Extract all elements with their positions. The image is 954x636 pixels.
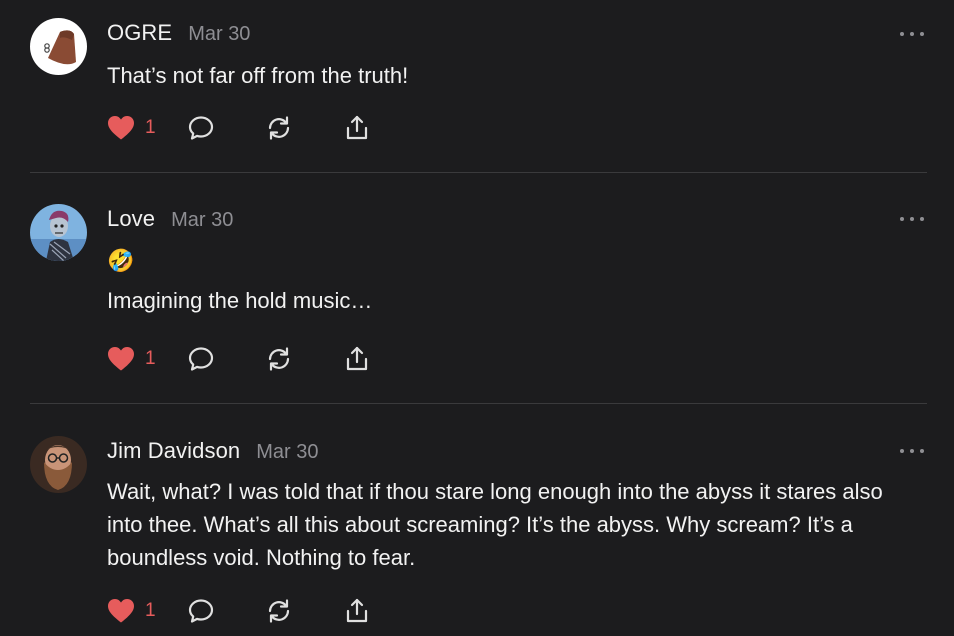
author-name[interactable]: Jim Davidson <box>107 438 240 464</box>
emoji-rofl: 🤣 <box>107 248 135 273</box>
comment-content: Jim Davidson Mar 30 Wait, what? I was to… <box>107 438 924 574</box>
comment-paragraph: Wait, what? I was told that if thou star… <box>107 479 883 570</box>
share-button[interactable] <box>343 597 383 625</box>
comment-bubble-icon <box>188 116 214 140</box>
comment-paragraph: That’s not far off from the truth! <box>107 63 409 88</box>
heart-icon <box>108 347 134 371</box>
share-button[interactable] <box>343 345 383 373</box>
like-button[interactable]: 1 <box>107 598 187 624</box>
share-icon <box>346 115 368 140</box>
heart-icon <box>108 116 134 140</box>
comment-body: That’s not far off from the truth! <box>107 59 924 92</box>
more-options-icon[interactable] <box>900 213 924 225</box>
comment-bubble-icon <box>188 599 214 623</box>
share-icon <box>346 598 368 623</box>
comment-content: OGRE Mar 30 That’s not far off from the … <box>107 20 924 92</box>
comment-body: 🤣 Imagining the hold music… <box>107 244 924 317</box>
comment-header: Jim Davidson Mar 30 <box>107 438 924 466</box>
comment-header: OGRE Mar 30 <box>107 20 924 48</box>
like-button[interactable]: 1 <box>107 346 187 372</box>
author-name[interactable]: OGRE <box>107 20 172 46</box>
restack-button[interactable] <box>265 597 343 625</box>
restack-icon <box>268 599 290 623</box>
comment-paragraph: Imagining the hold music… <box>107 288 373 313</box>
like-count: 1 <box>145 600 156 621</box>
ogre-avatar-icon <box>30 18 87 75</box>
more-options-icon[interactable] <box>900 28 924 40</box>
reply-button[interactable] <box>187 345 265 373</box>
jim-davidson-avatar-icon <box>30 436 87 493</box>
comment-date[interactable]: Mar 30 <box>188 23 250 46</box>
comment-header: Love Mar 30 <box>107 206 924 234</box>
like-count: 1 <box>145 117 156 138</box>
more-options-icon[interactable] <box>900 445 924 457</box>
comment-content: Love Mar 30 🤣 Imagining the hold music… <box>107 206 924 317</box>
restack-icon <box>268 347 290 371</box>
divider <box>30 172 927 173</box>
reply-button[interactable] <box>187 597 265 625</box>
heart-icon <box>108 599 134 623</box>
avatar[interactable] <box>30 18 87 75</box>
share-icon <box>346 346 368 371</box>
like-count: 1 <box>145 348 156 369</box>
avatar[interactable] <box>30 204 87 261</box>
comment-actions: 1 <box>107 113 383 143</box>
restack-button[interactable] <box>265 345 343 373</box>
comment-actions: 1 <box>107 344 383 374</box>
comment-bubble-icon <box>188 347 214 371</box>
avatar[interactable] <box>30 436 87 493</box>
love-avatar-icon <box>30 204 87 261</box>
divider <box>30 403 927 404</box>
reply-button[interactable] <box>187 114 265 142</box>
comment-body: Wait, what? I was told that if thou star… <box>107 475 924 574</box>
author-name[interactable]: Love <box>107 206 155 232</box>
restack-button[interactable] <box>265 114 343 142</box>
share-button[interactable] <box>343 114 383 142</box>
comment-feed: OGRE Mar 30 That’s not far off from the … <box>0 0 954 636</box>
restack-icon <box>268 116 290 140</box>
comment-date[interactable]: Mar 30 <box>256 441 318 464</box>
comment-actions: 1 <box>107 596 383 626</box>
like-button[interactable]: 1 <box>107 115 187 141</box>
comment-date[interactable]: Mar 30 <box>171 209 233 232</box>
